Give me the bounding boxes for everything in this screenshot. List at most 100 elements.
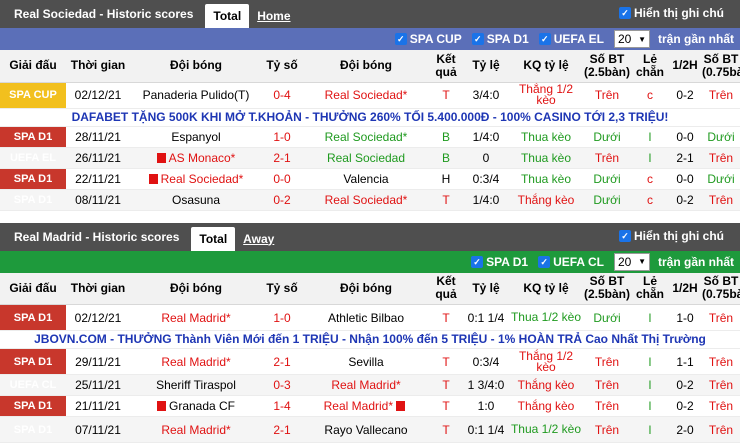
- league-badge[interactable]: SPA D1: [0, 396, 66, 417]
- league-badge[interactable]: SPA D1: [0, 305, 66, 331]
- home-team[interactable]: Real Sociedad*: [130, 168, 262, 189]
- odds-result: Thắng kèo: [510, 375, 582, 396]
- league-badge[interactable]: UEFA CL: [0, 375, 66, 396]
- match-score[interactable]: 1-0: [262, 126, 302, 147]
- show-notes-toggle[interactable]: ✓ Hiển thị ghi chú: [619, 229, 724, 243]
- odd-even: l: [632, 375, 668, 396]
- tab-home[interactable]: Home: [249, 4, 298, 28]
- away-team[interactable]: Real Sociedad: [302, 147, 430, 168]
- league-badge[interactable]: SPA D1: [0, 126, 66, 147]
- checkbox-icon[interactable]: ✓: [471, 256, 483, 268]
- match-score[interactable]: 1-4: [262, 396, 302, 417]
- odds: 1:0: [462, 396, 510, 417]
- match-result: H: [430, 168, 462, 189]
- table-row[interactable]: UEFA CL 25/11/21 Sheriff Tiraspol 0-3 Re…: [0, 375, 740, 396]
- match-score[interactable]: 0-4: [262, 82, 302, 108]
- match-score[interactable]: 0-2: [262, 189, 302, 210]
- home-team[interactable]: Real Madrid*: [130, 305, 262, 331]
- tab-total[interactable]: Total: [205, 4, 249, 28]
- league-badge[interactable]: UEFA EL: [0, 147, 66, 168]
- away-team[interactable]: Real Sociedad*: [302, 189, 430, 210]
- col-odds-result: KQ tỷ lệ: [510, 273, 582, 305]
- ad-banner[interactable]: JBOVN.COM - THƯỞNG Thành Viên Mới đến 1 …: [0, 331, 740, 349]
- away-team[interactable]: Real Madrid*: [302, 375, 430, 396]
- ad-banner[interactable]: DAFABET TẶNG 500K KHI MỞ T.KHOẢN - THƯỞN…: [0, 108, 740, 126]
- table-row[interactable]: SPA D1 28/11/21 Espanyol 1-0 Real Socied…: [0, 126, 740, 147]
- col-league: Giải đấu: [0, 273, 66, 305]
- match-score[interactable]: 2-1: [262, 147, 302, 168]
- tab-total[interactable]: Total: [191, 227, 235, 251]
- recent-matches-label: trận gần nhất: [658, 32, 734, 46]
- filter-uefa-cl[interactable]: ✓UEFA CL: [538, 255, 604, 269]
- league-badge[interactable]: SPA D1: [0, 349, 66, 375]
- show-notes-toggle[interactable]: ✓ Hiển thị ghi chú: [619, 6, 724, 20]
- over-075: Trên: [702, 147, 740, 168]
- col-oddeven: Lẻ chẵn: [632, 50, 668, 82]
- home-team[interactable]: Osasuna: [130, 189, 262, 210]
- half-score: 0-2: [668, 189, 702, 210]
- league-badge[interactable]: SPA D1: [0, 168, 66, 189]
- ad-row[interactable]: DAFABET TẶNG 500K KHI MỞ T.KHOẢN - THƯỞN…: [0, 108, 740, 126]
- odds-result: Thắng kèo: [510, 189, 582, 210]
- away-team[interactable]: Real Sociedad*: [302, 126, 430, 147]
- match-date: 02/12/21: [66, 305, 130, 331]
- checkbox-icon[interactable]: ✓: [619, 7, 631, 19]
- league-badge[interactable]: SPA D1: [0, 189, 66, 210]
- table-row[interactable]: SPA D1 29/11/21 Real Madrid* 2-1 Sevilla…: [0, 349, 740, 375]
- over-under: Dưới: [582, 305, 632, 331]
- odd-even: l: [632, 349, 668, 375]
- league-badge[interactable]: SPA CUP: [0, 82, 66, 108]
- half-score: 1-0: [668, 305, 702, 331]
- checkbox-icon[interactable]: ✓: [538, 256, 550, 268]
- filter-uefa-el[interactable]: ✓UEFA EL: [539, 32, 604, 46]
- match-score[interactable]: 0-0: [262, 168, 302, 189]
- red-card-icon: [396, 401, 405, 411]
- match-result: T: [430, 305, 462, 331]
- away-team[interactable]: Athletic Bilbao: [302, 305, 430, 331]
- home-team[interactable]: Granada CF: [130, 396, 262, 417]
- match-count-select[interactable]: 20▼: [614, 253, 650, 271]
- filter-spa-cup[interactable]: ✓SPA CUP: [395, 32, 462, 46]
- checkbox-icon[interactable]: ✓: [395, 33, 407, 45]
- filter-bar: ✓SPA D1 ✓UEFA CL 20▼ trận gần nhất: [0, 251, 740, 273]
- match-count-select[interactable]: 20▼: [614, 30, 650, 48]
- home-team[interactable]: Panaderia Pulido(T): [130, 82, 262, 108]
- table-row[interactable]: SPA D1 02/12/21 Real Madrid* 1-0 Athleti…: [0, 305, 740, 331]
- odd-even: l: [632, 126, 668, 147]
- table-row[interactable]: SPA CUP 02/12/21 Panaderia Pulido(T) 0-4…: [0, 82, 740, 108]
- checkbox-icon[interactable]: ✓: [472, 33, 484, 45]
- match-score[interactable]: 1-0: [262, 305, 302, 331]
- table-row[interactable]: SPA D1 22/11/21 Real Sociedad* 0-0 Valen…: [0, 168, 740, 189]
- col-over075: Số BT (0.75bàn): [702, 273, 740, 305]
- home-team[interactable]: Real Madrid*: [130, 349, 262, 375]
- real-madrid-section: Real Madrid - Historic scores Total Away…: [0, 223, 740, 443]
- away-team[interactable]: Real Sociedad*: [302, 82, 430, 108]
- match-score[interactable]: 0-3: [262, 375, 302, 396]
- home-team[interactable]: Sheriff Tiraspol: [130, 375, 262, 396]
- checkbox-icon[interactable]: ✓: [619, 230, 631, 242]
- match-date: 22/11/21: [66, 168, 130, 189]
- checkbox-icon[interactable]: ✓: [539, 33, 551, 45]
- filter-spa-d1[interactable]: ✓SPA D1: [472, 32, 529, 46]
- match-date: 02/12/21: [66, 82, 130, 108]
- over-075: Dưới: [702, 126, 740, 147]
- away-team[interactable]: Real Madrid*: [302, 396, 430, 417]
- table-row[interactable]: SPA D1 21/11/21 Granada CF 1-4 Real Madr…: [0, 396, 740, 417]
- section-gap: [0, 211, 740, 223]
- home-team[interactable]: AS Monaco*: [130, 147, 262, 168]
- table-row[interactable]: SPA D1 08/11/21 Osasuna 0-2 Real Socieda…: [0, 189, 740, 210]
- col-date: Thời gian: [66, 50, 130, 82]
- odds-result: Thua kèo: [510, 126, 582, 147]
- away-team[interactable]: Sevilla: [302, 349, 430, 375]
- away-team[interactable]: Valencia: [302, 168, 430, 189]
- ad-row[interactable]: JBOVN.COM - THƯỞNG Thành Viên Mới đến 1 …: [0, 331, 740, 349]
- show-notes-label: Hiển thị ghi chú: [634, 6, 724, 20]
- home-team[interactable]: Espanyol: [130, 126, 262, 147]
- table-row[interactable]: UEFA EL 26/11/21 AS Monaco* 2-1 Real Soc…: [0, 147, 740, 168]
- filter-spa-d1[interactable]: ✓SPA D1: [471, 255, 528, 269]
- odds-result: Thua kèo: [510, 147, 582, 168]
- col-score: Tỷ số: [262, 50, 302, 82]
- match-date: 21/11/21: [66, 396, 130, 417]
- match-score[interactable]: 2-1: [262, 349, 302, 375]
- tab-away[interactable]: Away: [235, 227, 282, 251]
